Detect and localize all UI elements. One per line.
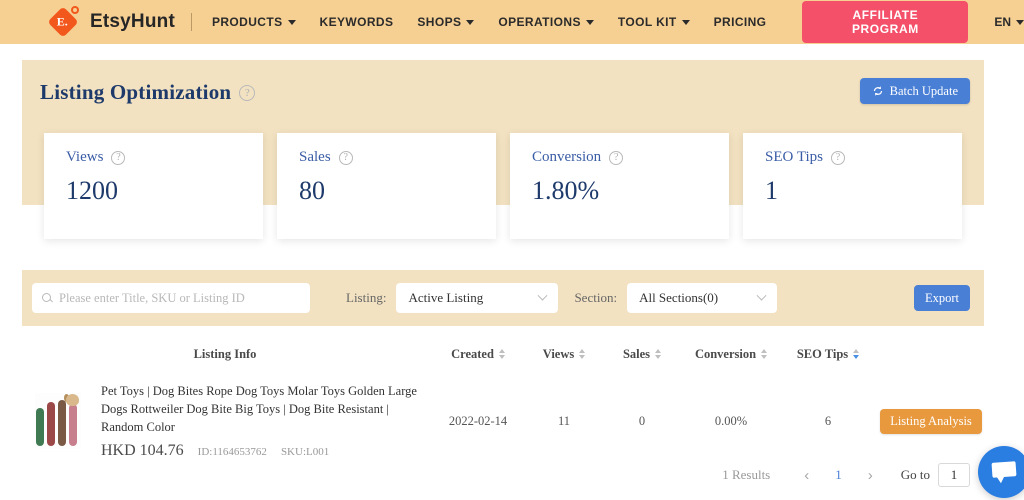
search-input[interactable] [59, 283, 310, 313]
chevron-down-icon [1016, 20, 1024, 25]
seo-tips-cell: 6 [778, 414, 878, 429]
product-thumbnail[interactable] [35, 393, 81, 449]
column-header-created[interactable]: Created [428, 347, 528, 362]
table-header-row: Listing Info Created Views Sales Convers… [22, 340, 984, 368]
search-icon [42, 293, 52, 303]
section-filter-label: Section: [574, 290, 617, 306]
column-header-conversion[interactable]: Conversion [684, 347, 778, 362]
sync-icon [872, 85, 884, 97]
help-icon[interactable]: ? [831, 151, 845, 165]
nav-item-toolkit[interactable]: TOOL KIT [618, 15, 690, 29]
listing-optimization-page: E. EtsyHunt PRODUCTS KEYWORDS SHOPS OPER… [0, 0, 1024, 500]
views-cell: 11 [528, 414, 600, 429]
nav-item-shops[interactable]: SHOPS [417, 15, 474, 29]
listing-info-cell: Pet Toys | Dog Bites Rope Dog Toys Molar… [22, 382, 428, 460]
sort-icon [579, 349, 585, 359]
chevron-down-icon [538, 290, 548, 300]
nav-item-keywords[interactable]: KEYWORDS [320, 15, 394, 29]
chat-bubble-icon [992, 461, 1017, 478]
filter-bar: Listing: Active Listing Section: All Sec… [22, 270, 984, 326]
stat-label: Views [66, 149, 103, 166]
sort-icon-active-desc [853, 349, 859, 359]
chevron-down-icon [288, 20, 296, 25]
goto-page-input[interactable] [938, 463, 970, 487]
sales-cell: 0 [600, 414, 684, 429]
column-header-seo-tips[interactable]: SEO Tips [778, 347, 878, 362]
next-page-icon[interactable]: › [862, 467, 879, 484]
affiliate-program-button[interactable]: AFFILIATE PROGRAM [802, 1, 968, 43]
section-select[interactable]: All Sections(0) [627, 283, 777, 313]
prev-page-icon[interactable]: ‹ [798, 467, 815, 484]
search-box [32, 283, 310, 313]
stat-cards: Views ? 1200 Sales ? 80 Conversion ? 1.8… [44, 133, 962, 239]
goto-label: Go to [901, 467, 930, 483]
listing-sku: SKU:L001 [281, 446, 329, 458]
nav-item-products[interactable]: PRODUCTS [212, 15, 296, 29]
stat-card-seo-tips: SEO Tips ? 1 [743, 133, 962, 239]
sort-icon [655, 349, 661, 359]
conversion-cell: 0.00% [684, 414, 778, 429]
listing-id: ID:1164653762 [198, 446, 267, 458]
sort-icon [499, 349, 505, 359]
table-row: Pet Toys | Dog Bites Rope Dog Toys Molar… [22, 382, 984, 460]
results-count: 1 Results [722, 467, 770, 483]
listing-analysis-button[interactable]: Listing Analysis [880, 409, 982, 434]
stat-label: Conversion [532, 149, 601, 166]
help-icon[interactable]: ? [609, 151, 623, 165]
stat-card-conversion: Conversion ? 1.80% [510, 133, 729, 239]
stat-card-views: Views ? 1200 [44, 133, 263, 239]
main-menu: PRODUCTS KEYWORDS SHOPS OPERATIONS TOOL … [212, 15, 766, 29]
actions-cell: Listing Analysis [878, 409, 984, 434]
column-header-views[interactable]: Views [528, 347, 600, 362]
stat-label: SEO Tips [765, 149, 823, 166]
etsyhunt-logo[interactable]: E. EtsyHunt [48, 5, 175, 39]
listing-filter-label: Listing: [346, 290, 386, 306]
chevron-down-icon [757, 290, 767, 300]
listing-status-select[interactable]: Active Listing [396, 283, 558, 313]
stat-value: 1 [765, 176, 940, 206]
language-selector[interactable]: EN [994, 15, 1024, 29]
stat-card-sales: Sales ? 80 [277, 133, 496, 239]
brand-name: EtsyHunt [90, 11, 175, 33]
help-icon[interactable]: ? [339, 151, 353, 165]
nav-item-operations[interactable]: OPERATIONS [498, 15, 593, 29]
listing-title[interactable]: Pet Toys | Dog Bites Rope Dog Toys Molar… [101, 382, 428, 436]
listing-price: HKD 104.76 [101, 442, 184, 460]
page-title: Listing Optimization [40, 80, 231, 105]
etsyhunt-logo-icon: E. [48, 5, 82, 39]
created-cell: 2022-02-14 [428, 414, 528, 429]
page-number-current[interactable]: 1 [815, 467, 862, 483]
export-button[interactable]: Export [914, 285, 970, 311]
stat-value: 1200 [66, 176, 241, 206]
help-icon[interactable]: ? [239, 85, 255, 101]
pagination: 1 Results ‹ 1 › Go to [722, 463, 970, 487]
sort-icon [761, 349, 767, 359]
chevron-down-icon [586, 20, 594, 25]
chat-widget-button[interactable] [978, 446, 1024, 498]
listings-table: Listing Info Created Views Sales Convers… [22, 340, 984, 460]
stat-value: 1.80% [532, 176, 707, 206]
column-header-listing-info: Listing Info [22, 347, 428, 362]
stat-label: Sales [299, 149, 331, 166]
chevron-down-icon [682, 20, 690, 25]
column-header-sales[interactable]: Sales [600, 347, 684, 362]
top-navbar: E. EtsyHunt PRODUCTS KEYWORDS SHOPS OPER… [0, 0, 1024, 44]
chevron-down-icon [466, 20, 474, 25]
help-icon[interactable]: ? [111, 151, 125, 165]
nav-item-pricing[interactable]: PRICING [714, 15, 767, 29]
stat-value: 80 [299, 176, 474, 206]
nav-divider [191, 13, 192, 31]
batch-update-button[interactable]: Batch Update [860, 78, 970, 104]
